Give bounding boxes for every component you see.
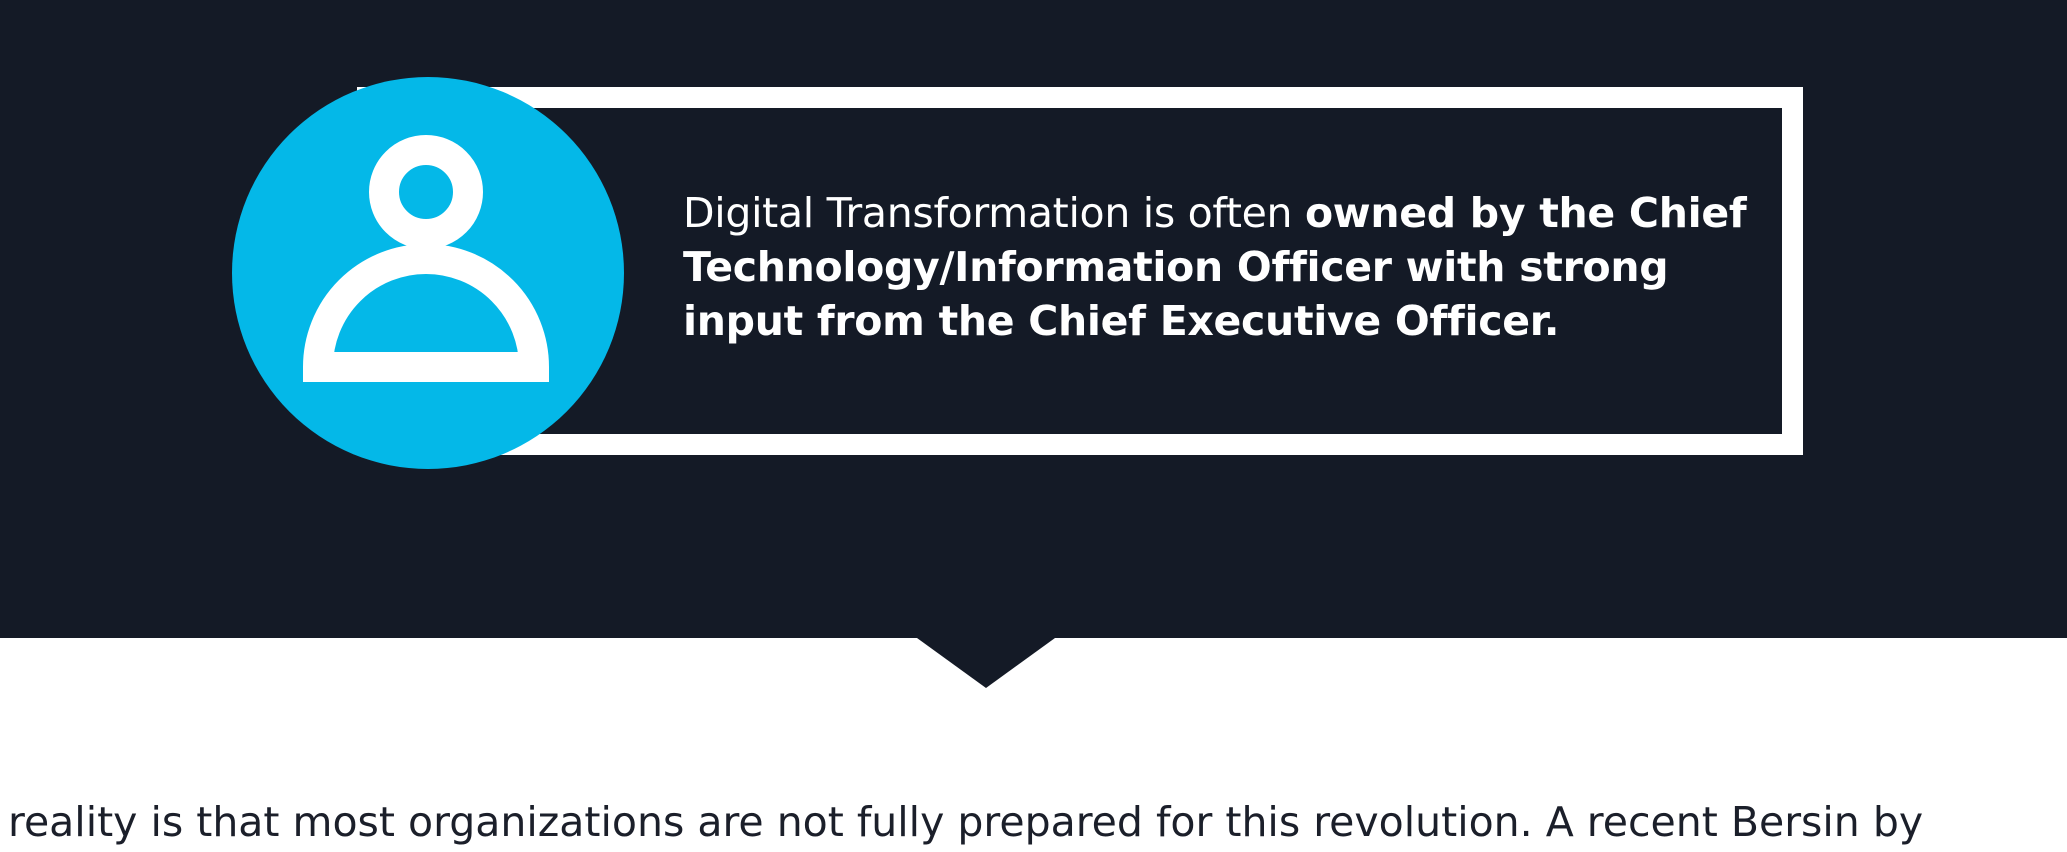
user-icon (302, 135, 550, 382)
avatar (232, 77, 624, 469)
callout-text: Digital Transformation is often owned by… (683, 186, 1773, 348)
body-paragraph: reality is that most organizations are n… (8, 798, 1924, 846)
callout-lead-text: Digital Transformation is often (683, 189, 1305, 237)
